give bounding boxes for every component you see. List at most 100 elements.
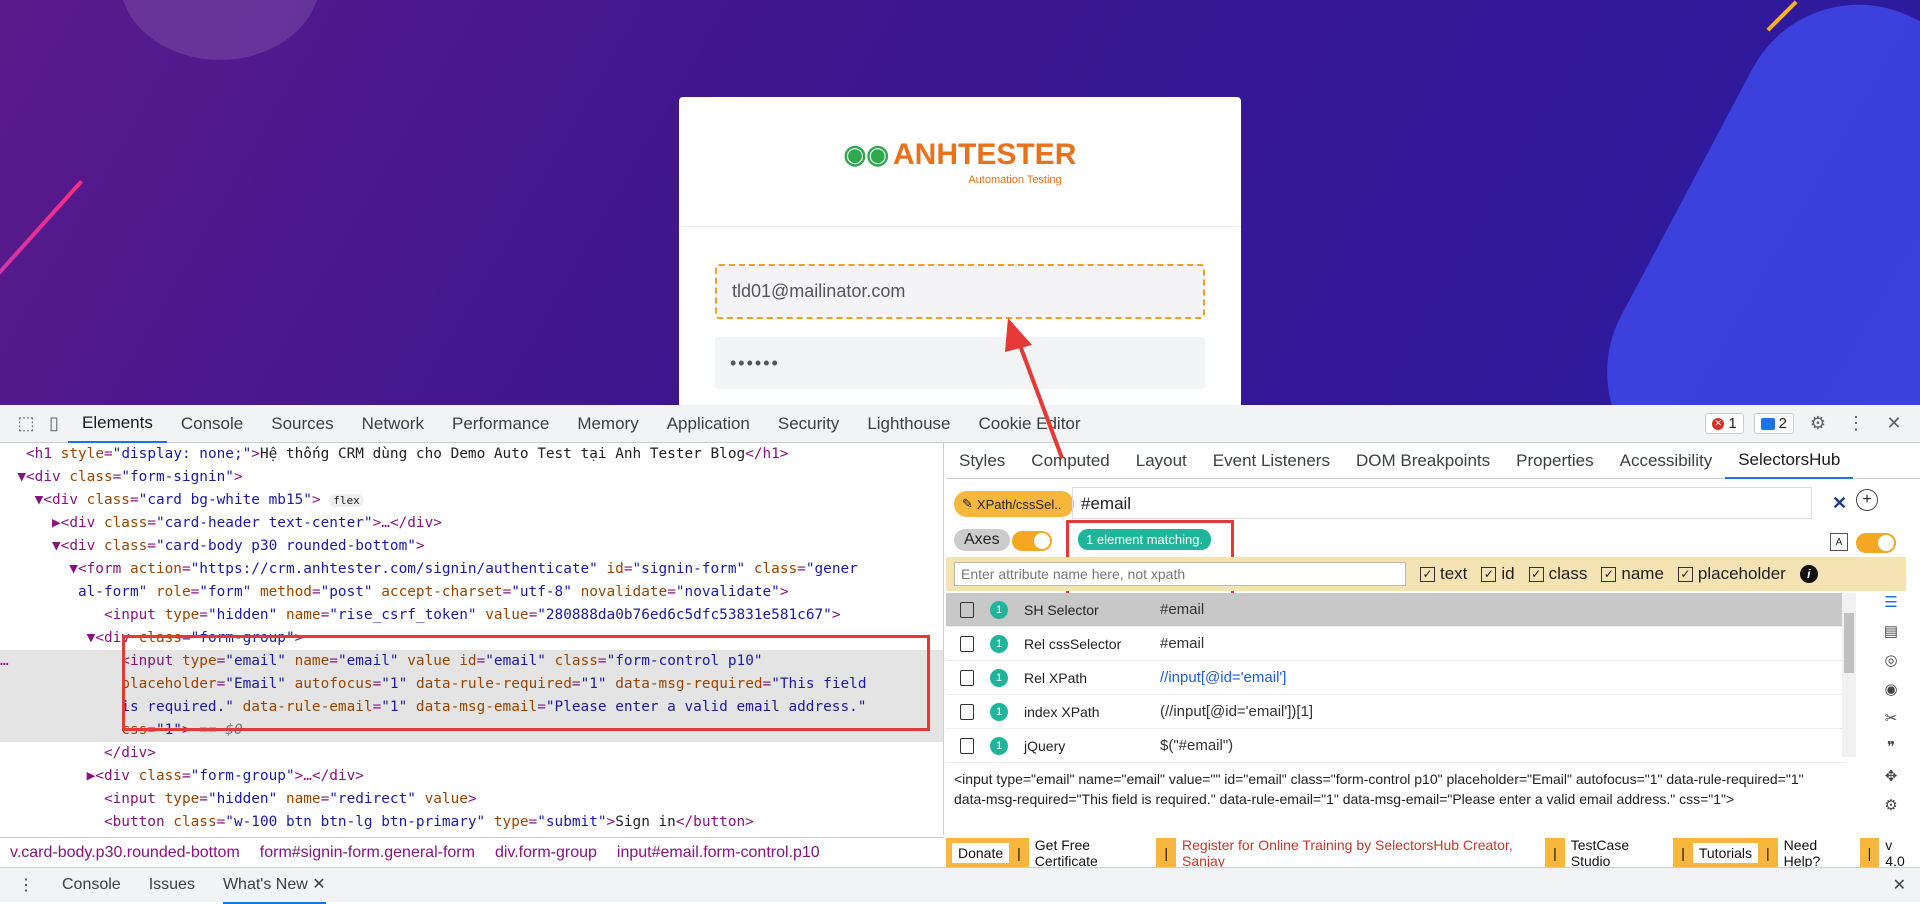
password-field[interactable]: ••••••: [715, 337, 1205, 389]
drawer-tab-console[interactable]: Console: [62, 876, 121, 894]
list-icon[interactable]: ☰: [1884, 593, 1897, 611]
axes-button[interactable]: Axes: [954, 529, 1010, 551]
quote-icon[interactable]: ❞: [1887, 738, 1895, 756]
settings-icon[interactable]: ⚙: [1884, 796, 1897, 814]
crumb[interactable]: form#signin-form.general-form: [260, 844, 475, 862]
tools-icon[interactable]: ✂: [1885, 709, 1898, 727]
dom-line[interactable]: <button class="w-100 btn btn-lg btn-prim…: [0, 811, 943, 834]
checkbox-name[interactable]: ✓ name: [1601, 564, 1664, 584]
help-link[interactable]: Need Help?: [1777, 835, 1860, 871]
donate-link[interactable]: Donate: [952, 843, 1010, 863]
tab-computed[interactable]: Computed: [1018, 443, 1122, 479]
crumb[interactable]: div.form-group: [495, 844, 597, 862]
target-icon[interactable]: ◎: [1884, 651, 1897, 669]
dom-line[interactable]: ▼<div class="card bg-white mb15"> flex: [0, 489, 943, 512]
checkbox-label: name: [1621, 564, 1664, 583]
message-badge[interactable]: 2: [1753, 413, 1794, 434]
scrollbar-thumb[interactable]: [1844, 613, 1854, 673]
checkbox-placeholder[interactable]: ✓ placeholder: [1677, 564, 1786, 584]
attribute-input[interactable]: Enter attribute name here, not xpath: [954, 562, 1406, 586]
tab-accessibility[interactable]: Accessibility: [1607, 443, 1726, 479]
mode-label: XPath/cssSel..: [976, 496, 1062, 512]
tab-memory[interactable]: Memory: [563, 405, 652, 443]
copy-icon[interactable]: [960, 635, 974, 652]
tab-styles[interactable]: Styles: [946, 443, 1018, 479]
copy-icon[interactable]: [960, 703, 974, 720]
selectorshub-top: ✎ XPath/cssSel.. #email ✕ + Axes 1 elemen…: [946, 479, 1896, 608]
certificate-link[interactable]: Get Free Certificate: [1028, 835, 1157, 871]
crumb[interactable]: v.card-body.p30.rounded-bottom: [10, 844, 240, 862]
dom-line[interactable]: al-form" role="form" method="post" accep…: [0, 581, 943, 604]
drawer-close-icon[interactable]: ✕: [1893, 875, 1906, 895]
tab-elements[interactable]: Elements: [68, 405, 167, 443]
selector-type: Rel XPath: [1024, 669, 1088, 686]
selector-row[interactable]: 1 SH Selector #email: [946, 593, 1846, 627]
dom-line[interactable]: <h1 style="display: none;">Hệ thống CRM …: [0, 443, 943, 466]
mode-button[interactable]: ✎ XPath/cssSel..: [954, 491, 1074, 517]
expand-icon[interactable]: ✥: [1885, 767, 1898, 785]
dom-line[interactable]: ▼<form action="https://crm.anhtester.com…: [0, 558, 943, 581]
copy-icon[interactable]: [960, 601, 974, 618]
clear-icon[interactable]: ✕: [1832, 493, 1847, 514]
dom-line[interactable]: </div>: [0, 742, 943, 765]
checkbox-text[interactable]: ✓ text: [1420, 564, 1467, 584]
tutorials-link[interactable]: Tutorials: [1692, 843, 1759, 863]
tab-dom-breakpoints[interactable]: DOM Breakpoints: [1343, 443, 1503, 479]
settings-toggle[interactable]: [1856, 533, 1896, 553]
close-icon[interactable]: ✕: [1880, 410, 1908, 438]
tab-lighthouse[interactable]: Lighthouse: [853, 405, 964, 443]
font-icon[interactable]: A: [1830, 533, 1848, 551]
check-icon: ✓: [1601, 566, 1617, 582]
tab-network[interactable]: Network: [348, 405, 438, 443]
dom-line[interactable]: <input type="hidden" name="rise_csrf_tok…: [0, 604, 943, 627]
radar-icon[interactable]: ◉: [1884, 680, 1897, 698]
tab-security[interactable]: Security: [764, 405, 853, 443]
copy-icon[interactable]: [960, 669, 974, 686]
inspect-icon[interactable]: ⬚: [12, 410, 40, 438]
selector-input[interactable]: #email: [1072, 487, 1812, 519]
training-link[interactable]: Register for Online Training by Selector…: [1176, 835, 1546, 871]
dom-line[interactable]: ▼<div class="form-signin">: [0, 466, 943, 489]
device-toggle-icon[interactable]: ▯: [40, 410, 68, 438]
tab-layout[interactable]: Layout: [1123, 443, 1200, 479]
tab-event-listeners[interactable]: Event Listeners: [1200, 443, 1343, 479]
close-icon[interactable]: ✕: [312, 876, 325, 893]
info-icon[interactable]: i: [1799, 565, 1818, 583]
tab-sources[interactable]: Sources: [257, 405, 347, 443]
more-icon[interactable]: ⋮: [1842, 410, 1870, 438]
selector-row[interactable]: 1 index XPath (//input[@id='email'])[1]: [946, 695, 1846, 729]
email-field[interactable]: tld01@mailinator.com: [715, 264, 1205, 319]
add-icon[interactable]: +: [1856, 489, 1878, 511]
dom-line[interactable]: ▶<div class="card-header text-center">…<…: [0, 512, 943, 535]
selector-row[interactable]: 1 jQuery $("#email"): [946, 729, 1846, 763]
selector-row[interactable]: 1 Rel cssSelector #email: [946, 627, 1846, 661]
drawer-menu-icon[interactable]: ⋮: [18, 875, 34, 895]
copy-icon[interactable]: [960, 737, 974, 754]
crumb[interactable]: input#email.form-control.p10: [617, 844, 820, 862]
page-icon[interactable]: ▤: [1884, 622, 1898, 640]
selector-row[interactable]: 1 Rel XPath //input[@id='email']: [946, 661, 1846, 695]
tab-properties[interactable]: Properties: [1503, 443, 1606, 479]
checkbox-id[interactable]: ✓ id: [1481, 564, 1515, 584]
decor-blob: [1564, 0, 1920, 405]
dom-line[interactable]: ▶<div class="form-group">…</div>: [0, 765, 943, 788]
tab-selectorshub[interactable]: SelectorsHub: [1725, 443, 1854, 479]
tab-cookie-editor[interactable]: Cookie Editor: [965, 405, 1095, 443]
tab-console[interactable]: Console: [167, 405, 257, 443]
axes-toggle[interactable]: [1012, 531, 1052, 551]
drawer-tab-issues[interactable]: Issues: [149, 876, 195, 894]
dom-line[interactable]: <input type="hidden" name="redirect" val…: [0, 788, 943, 811]
checkbox-class[interactable]: ✓ class: [1528, 564, 1587, 584]
drawer-tab-whats-new[interactable]: What's New ✕: [222, 866, 326, 904]
gear-icon[interactable]: ⚙: [1804, 410, 1832, 438]
error-badge[interactable]: ✕ 1: [1705, 413, 1744, 434]
testcase-studio-link[interactable]: TestCase Studio: [1564, 835, 1674, 871]
pencil-icon: ✎: [962, 496, 973, 511]
message-icon: [1760, 417, 1775, 430]
dom-line[interactable]: ▼<div class="card-body p30 rounded-botto…: [0, 535, 943, 558]
tab-performance[interactable]: Performance: [438, 405, 563, 443]
tab-application[interactable]: Application: [653, 405, 764, 443]
check-icon: ✓: [1481, 566, 1497, 582]
scrollbar[interactable]: [1842, 593, 1856, 757]
sidebar-panel: Styles Computed Layout Event Listeners D…: [946, 443, 1920, 871]
